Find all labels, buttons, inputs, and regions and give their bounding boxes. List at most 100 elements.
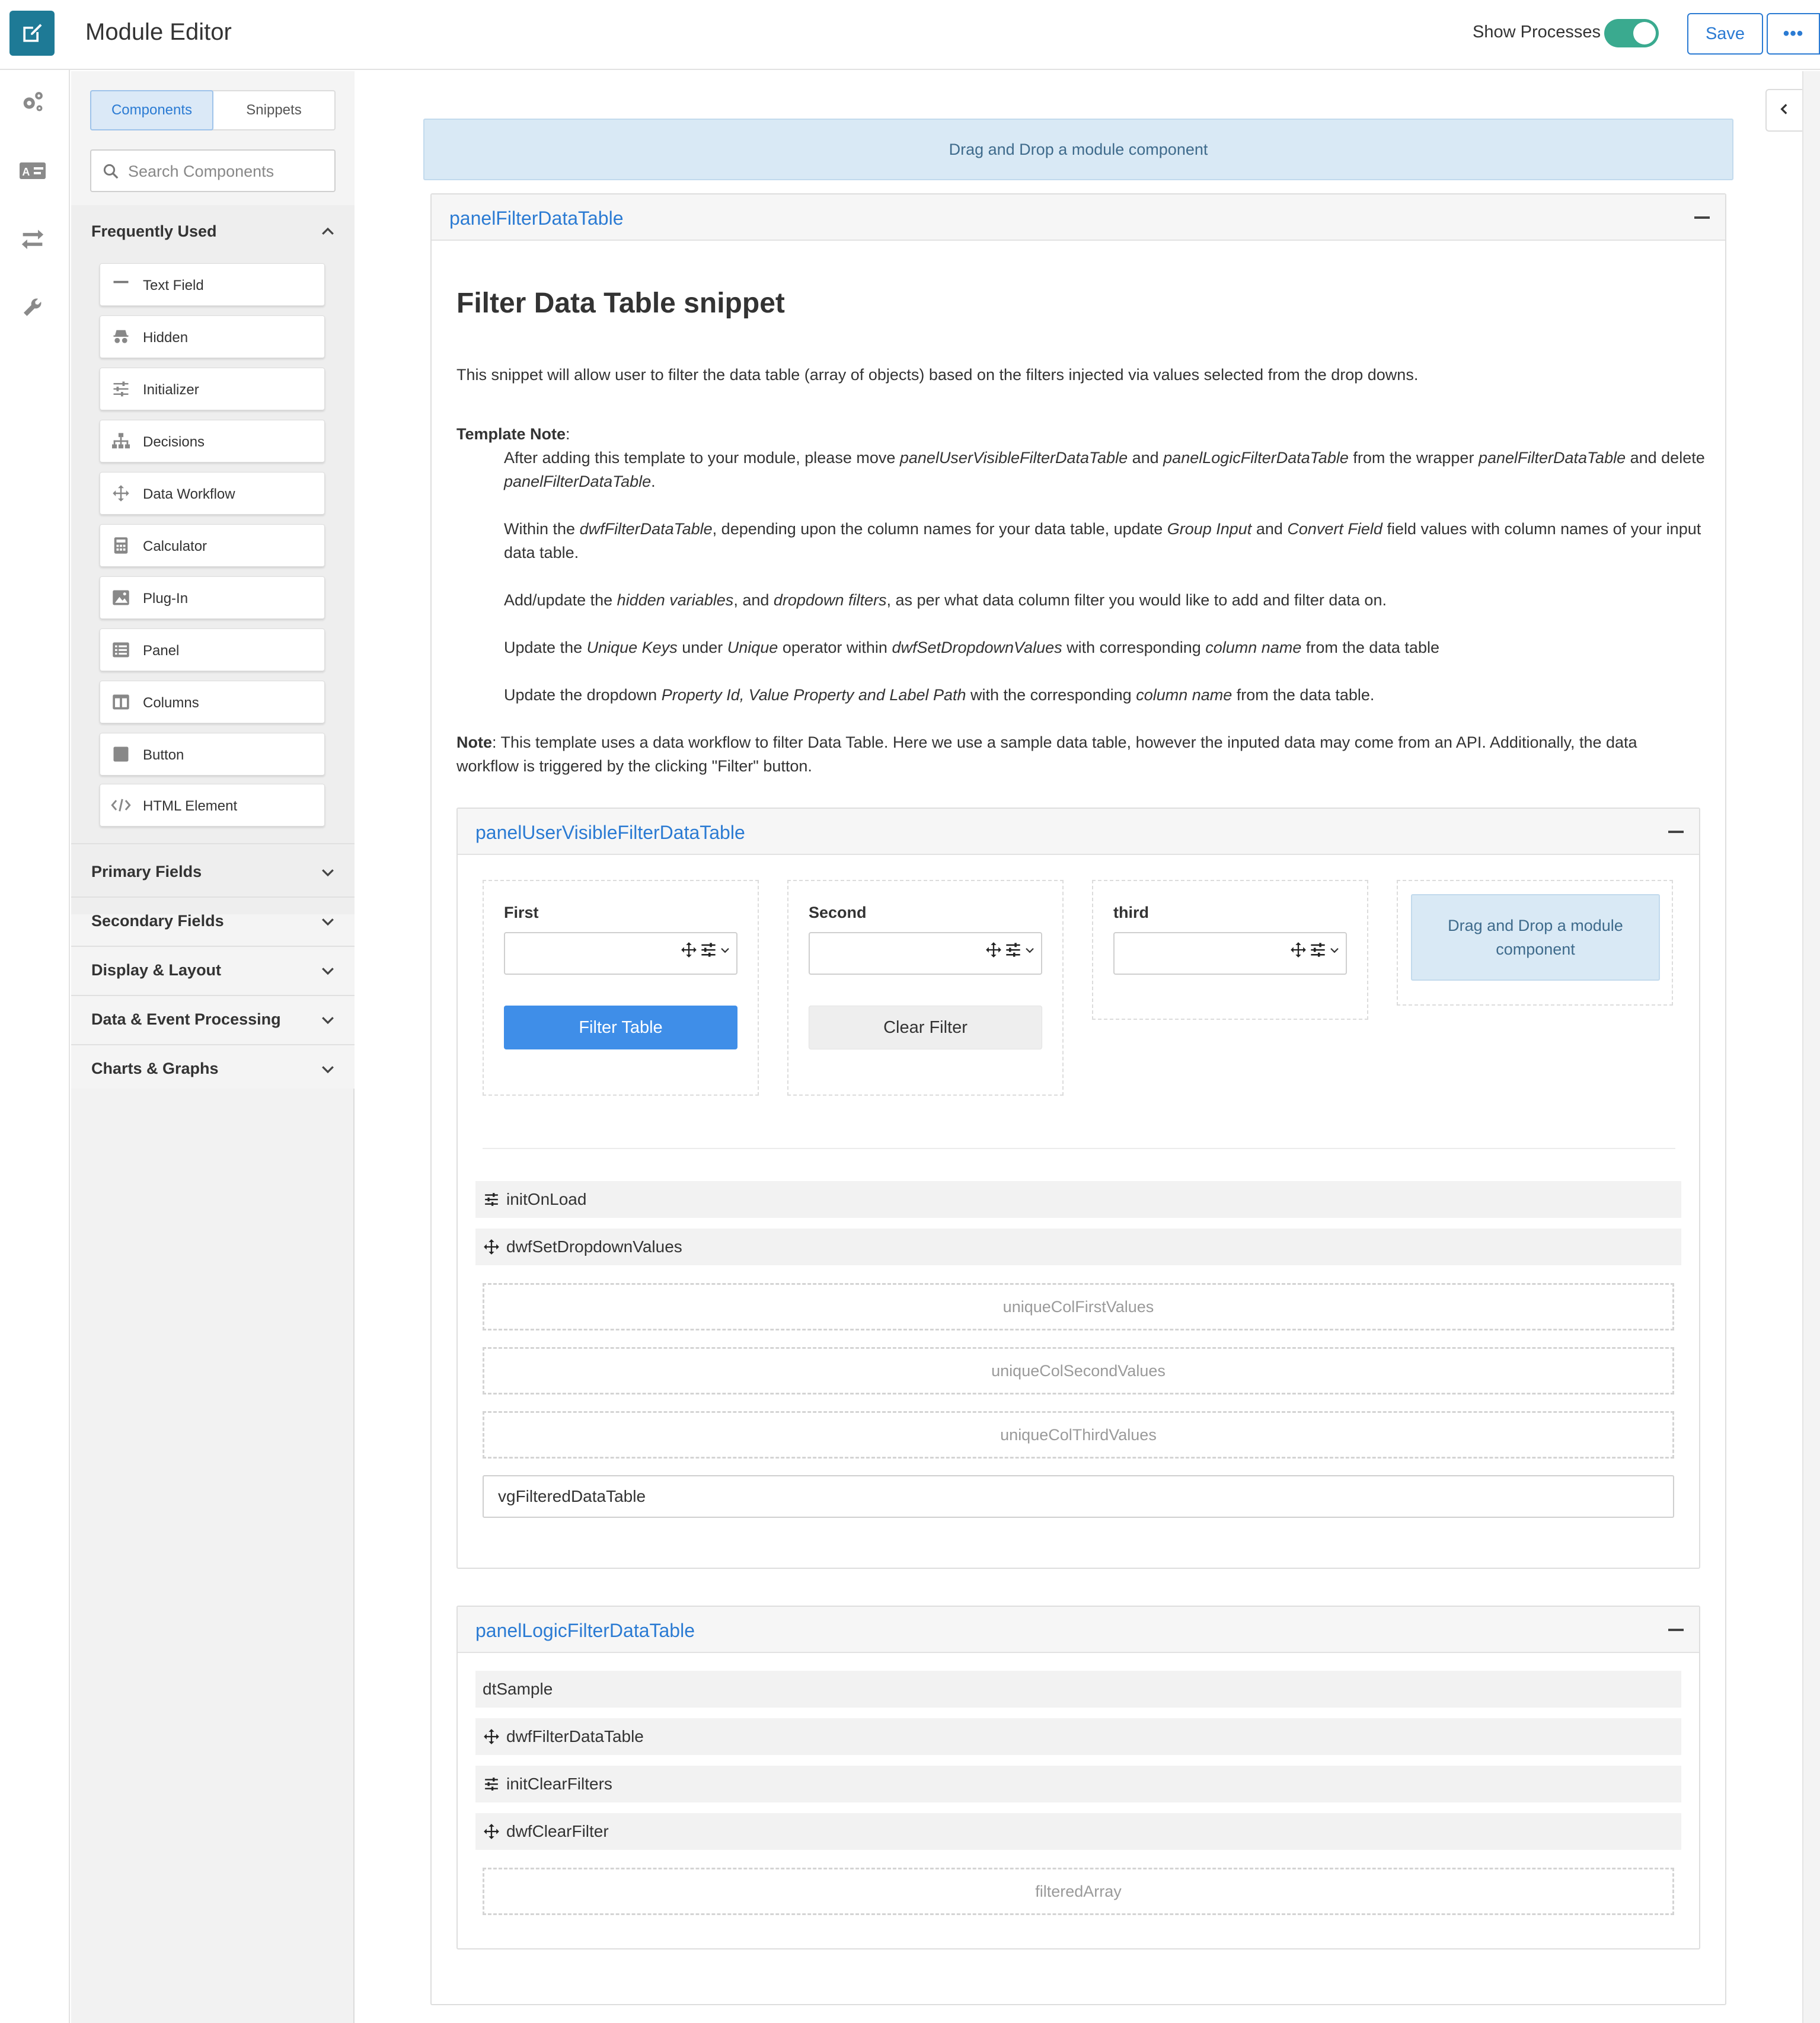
arrows-move-icon xyxy=(1290,942,1307,961)
section-display-layout[interactable]: Display & Layout xyxy=(71,946,355,994)
note-label: Note xyxy=(456,733,492,751)
tab-snippets[interactable]: Snippets xyxy=(213,91,334,129)
template-note-item-5: Update the dropdown Property Id, Value P… xyxy=(504,686,1375,704)
component-label: Columns xyxy=(143,695,199,711)
sliders-icon xyxy=(700,942,717,961)
dropdown-third[interactable] xyxy=(1113,932,1347,975)
sitemap-icon xyxy=(111,431,131,451)
process-row-init-clear-filters[interactable]: initClearFilters xyxy=(475,1766,1681,1802)
template-note-item-2: Within the dwfFilterDataTable, depending… xyxy=(504,520,1701,561)
process-label: dwfFilterDataTable xyxy=(506,1727,644,1746)
minus-icon[interactable] xyxy=(1668,1629,1684,1631)
component-label: Decisions xyxy=(143,434,205,450)
process-label: initClearFilters xyxy=(506,1775,612,1793)
wrench-icon[interactable] xyxy=(17,292,48,323)
swap-arrows-icon[interactable] xyxy=(17,223,48,254)
save-button[interactable]: Save xyxy=(1687,13,1763,55)
component-panel[interactable]: Panel xyxy=(100,628,325,671)
note-text: Note: This template uses a data workflow… xyxy=(456,730,1701,778)
component-label: Hidden xyxy=(143,330,189,346)
component-initializer[interactable]: Initializer xyxy=(100,368,325,410)
section-label: Data & Event Processing xyxy=(91,1010,281,1028)
chevron-down-icon xyxy=(319,962,337,984)
process-row-dwf-set-dropdown-values[interactable]: dwfSetDropdownValues xyxy=(475,1229,1681,1265)
process-row-dwf-filter-data-table[interactable]: dwfFilterDataTable xyxy=(475,1718,1681,1755)
component-columns[interactable]: Columns xyxy=(100,681,325,723)
search-placeholder: Search Components xyxy=(128,162,274,180)
columns-icon xyxy=(111,692,131,712)
id-card-icon[interactable]: A xyxy=(17,155,48,186)
component-calculator[interactable]: Calculator xyxy=(100,524,325,567)
section-secondary-fields[interactable]: Secondary Fields xyxy=(71,897,355,945)
chevron-up-icon xyxy=(319,223,337,245)
template-note-label: Template Note xyxy=(456,425,566,443)
section-data-event-processing[interactable]: Data & Event Processing xyxy=(71,995,355,1043)
component-data-workflow[interactable]: Data Workflow xyxy=(100,472,325,515)
more-options-button[interactable]: ••• xyxy=(1767,13,1820,55)
component-label: Plug-In xyxy=(143,591,189,607)
component-html-element[interactable]: HTML Element xyxy=(100,784,325,827)
arrows-move-icon xyxy=(483,1728,500,1746)
show-processes-label: Show Processes xyxy=(1473,23,1601,42)
component-hidden[interactable]: Hidden xyxy=(100,315,325,358)
chevron-down-icon xyxy=(319,1060,337,1082)
left-icon-rail: A xyxy=(0,70,70,2023)
panel-title: panelLogicFilterDataTable xyxy=(475,1620,695,1641)
hidden-var-unique-col-second[interactable]: uniqueColSecondValues xyxy=(483,1347,1674,1395)
panel-title: panelUserVisibleFilterDataTable xyxy=(475,822,745,843)
snippet-heading: Filter Data Table snippet xyxy=(456,288,785,319)
component-label: Panel xyxy=(143,643,180,659)
section-label: Display & Layout xyxy=(91,961,222,979)
tab-components[interactable]: Components xyxy=(90,90,213,130)
dropdown-first[interactable] xyxy=(504,932,737,975)
filter-table-button[interactable]: Filter Table xyxy=(504,1006,737,1049)
arrows-move-icon xyxy=(483,1823,500,1840)
template-note-item-1: After adding this template to your modul… xyxy=(504,449,1705,490)
dropdown-second[interactable] xyxy=(809,932,1042,975)
top-dropzone[interactable]: Drag and Drop a module component xyxy=(423,119,1733,180)
section-primary-fields[interactable]: Primary Fields xyxy=(71,848,355,895)
section-label: Charts & Graphs xyxy=(91,1059,219,1077)
gears-icon[interactable] xyxy=(17,87,48,117)
panel-title: panelFilterDataTable xyxy=(449,208,624,229)
minus-icon[interactable] xyxy=(1694,216,1710,219)
hidden-var-unique-col-third[interactable]: uniqueColThirdValues xyxy=(483,1411,1674,1459)
hidden-var-unique-col-first[interactable]: uniqueColFirstValues xyxy=(483,1283,1674,1330)
panel-header[interactable]: panelFilterDataTable xyxy=(432,194,1725,241)
edit-icon[interactable] xyxy=(9,11,55,56)
page-title: Module Editor xyxy=(85,19,232,45)
section-frequently-used[interactable]: Frequently Used xyxy=(71,208,355,255)
panel-header[interactable]: panelLogicFilterDataTable xyxy=(458,1607,1699,1653)
component-button[interactable]: Button xyxy=(100,733,325,776)
process-row-dt-sample[interactable]: dtSample xyxy=(475,1671,1681,1708)
component-text-field[interactable]: Text Field xyxy=(100,263,325,306)
search-icon xyxy=(102,162,120,183)
vg-filtered-data-table[interactable]: vgFilteredDataTable xyxy=(483,1475,1674,1518)
chevron-down-icon xyxy=(720,945,730,958)
clear-filter-button[interactable]: Clear Filter xyxy=(809,1006,1042,1049)
template-note-item-3: Add/update the hidden variables, and dro… xyxy=(504,591,1387,609)
field-label-first: First xyxy=(504,904,539,921)
hidden-var-filtered-array[interactable]: filteredArray xyxy=(483,1868,1674,1915)
calculator-icon xyxy=(111,535,131,556)
show-processes-toggle[interactable] xyxy=(1604,19,1659,47)
inner-dropzone[interactable]: Drag and Drop a module component xyxy=(1411,894,1660,981)
search-input[interactable]: Search Components xyxy=(90,149,336,192)
component-plug-in[interactable]: Plug-In xyxy=(100,576,325,619)
collapse-sidebar-button[interactable] xyxy=(1765,89,1802,132)
components-sidebar: Components Snippets Search Components Fr… xyxy=(71,71,355,2023)
section-charts-graphs[interactable]: Charts & Graphs xyxy=(71,1045,355,1092)
process-label: dwfClearFilter xyxy=(506,1822,609,1840)
module-editor-app: Module Editor Show Processes Save ••• A xyxy=(0,0,1820,2023)
list-alt-icon xyxy=(111,640,131,660)
minus-icon xyxy=(111,275,131,295)
minus-icon[interactable] xyxy=(1668,831,1684,833)
panel-header[interactable]: panelUserVisibleFilterDataTable xyxy=(458,809,1699,855)
divider xyxy=(71,843,355,844)
component-decisions[interactable]: Decisions xyxy=(100,420,325,462)
process-row-dwf-clear-filter[interactable]: dwfClearFilter xyxy=(475,1813,1681,1850)
process-label: dwfSetDropdownValues xyxy=(506,1237,682,1256)
sliders-icon xyxy=(1309,942,1327,961)
process-row-init-on-load[interactable]: initOnLoad xyxy=(475,1181,1681,1218)
section-label: Secondary Fields xyxy=(91,911,224,930)
